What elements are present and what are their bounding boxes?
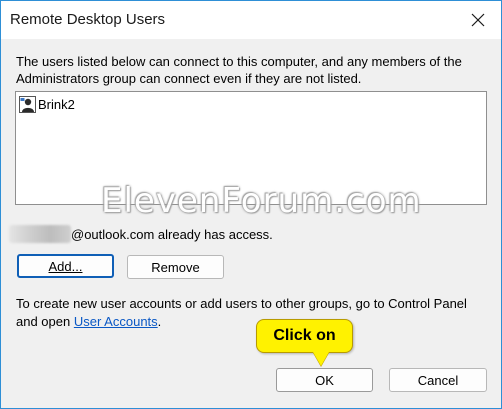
redacted-email [9, 225, 71, 243]
list-item[interactable]: Brink2 [19, 95, 75, 113]
ok-button[interactable]: OK [276, 368, 373, 392]
callout-pointer [313, 352, 329, 366]
close-icon [471, 13, 485, 27]
user-accounts-link[interactable]: User Accounts [74, 314, 158, 329]
cancel-button-label: Cancel [417, 372, 459, 388]
info-text: To create new user accounts or add users… [16, 295, 491, 331]
access-status: @outlook.com already has access. [9, 223, 273, 245]
watermark-logo: ElevenForum.com [101, 181, 422, 221]
user-icon [19, 95, 36, 113]
title-bar: Remote Desktop Users [1, 1, 501, 39]
close-button[interactable] [463, 5, 493, 35]
remove-button[interactable]: Remove [127, 255, 224, 279]
window-title: Remote Desktop Users [10, 11, 166, 28]
callout-label: Click on [273, 327, 336, 344]
cancel-button[interactable]: Cancel [389, 368, 487, 392]
remote-desktop-users-dialog: Remote Desktop Users The users listed be… [0, 0, 502, 409]
description-text: The users listed below can connect to th… [16, 54, 462, 86]
access-text: @outlook.com already has access. [71, 226, 273, 242]
click-on-callout: Click on [256, 319, 353, 353]
add-button[interactable]: Add... [17, 254, 114, 278]
remove-button-label: Remove [151, 259, 200, 275]
info-text-after: . [157, 314, 162, 329]
ok-button-label: OK [315, 372, 334, 388]
list-item-label: Brink2 [38, 96, 75, 112]
add-button-label: Add... [48, 258, 83, 274]
